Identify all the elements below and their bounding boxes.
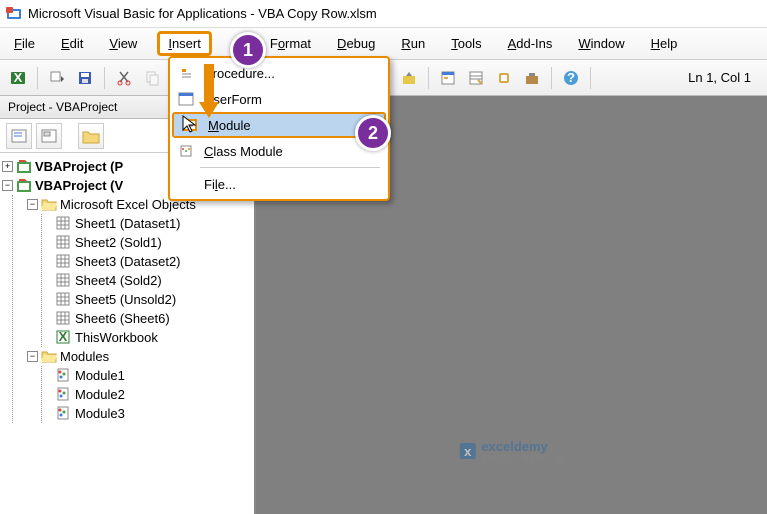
svg-text:x: x [464,444,472,459]
project-explorer-icon[interactable] [436,66,460,90]
insert-dropdown-icon[interactable] [45,66,69,90]
tree-module[interactable]: Module2 [42,385,252,404]
tree-thisworkbook[interactable]: XThisWorkbook [42,328,252,347]
design-mode-icon[interactable] [397,66,421,90]
menu-tools[interactable]: Tools [445,32,487,55]
menu-window[interactable]: Window [572,32,630,55]
sheet-icon [56,292,72,308]
folder-toggle-icon[interactable] [78,123,104,149]
title-bar: Microsoft Visual Basic for Applications … [0,0,767,28]
collapse-icon[interactable]: − [2,180,13,191]
watermark: x exceldemy EXCEL · DATA · BI [457,439,565,463]
project-tree[interactable]: +VBAProject (P −VBAProject (V −Microsoft… [0,153,254,514]
tree-sheet[interactable]: Sheet3 (Dataset2) [42,252,252,271]
collapse-icon[interactable]: − [27,199,38,210]
menu-file[interactable]: File [8,32,41,55]
svg-text:X: X [14,70,23,85]
menu-view[interactable]: View [103,32,143,55]
dropdown-label: File... [204,177,236,192]
dropdown-class-module[interactable]: Class Module [170,138,388,164]
class-module-icon [176,141,196,161]
tree-module[interactable]: Module3 [42,404,252,423]
sheet-icon [56,235,72,251]
menu-addins[interactable]: Add-Ins [502,32,559,55]
properties-icon[interactable] [464,66,488,90]
workbook-icon: X [56,330,72,346]
sheet-icon [56,311,72,327]
save-icon[interactable] [73,66,97,90]
dropdown-label: Class Module [204,144,283,159]
view-object-icon[interactable] [36,123,62,149]
dropdown-separator [200,167,380,168]
userform-icon [176,89,196,109]
svg-text:X: X [59,330,68,344]
menu-run[interactable]: Run [395,32,431,55]
view-excel-icon[interactable]: X [6,66,30,90]
expand-icon[interactable]: + [2,161,13,172]
dropdown-file[interactable]: File... [170,171,388,197]
folder-open-icon [41,197,57,213]
tree-sheet[interactable]: Sheet5 (Unsold2) [42,290,252,309]
sheet-icon [56,254,72,270]
procedure-icon [176,63,196,83]
copy-icon[interactable] [140,66,164,90]
cut-icon[interactable] [112,66,136,90]
tree-sheet[interactable]: Sheet4 (Sold2) [42,271,252,290]
module-icon [56,387,72,403]
tree-folder-modules[interactable]: −Modules [13,347,252,366]
tree-module[interactable]: Module1 [42,366,252,385]
toolbox-icon[interactable] [520,66,544,90]
collapse-icon[interactable]: − [27,351,38,362]
module-icon [56,368,72,384]
folder-open-icon [41,349,57,365]
annotation-callout-2: 2 [355,115,391,151]
vbaproject-icon [16,159,32,175]
sheet-icon [56,273,72,289]
window-title: Microsoft Visual Basic for Applications … [28,6,377,21]
menu-edit[interactable]: Edit [55,32,89,55]
sheet-icon [56,216,72,232]
view-code-icon[interactable] [6,123,32,149]
vbaproject-icon [16,178,32,194]
menu-debug[interactable]: Debug [331,32,381,55]
tree-sheet[interactable]: Sheet1 (Dataset1) [42,214,252,233]
svg-text:?: ? [567,70,575,85]
tree-sheet[interactable]: Sheet2 (Sold1) [42,233,252,252]
annotation-arrow [196,62,222,120]
cursor-position: Ln 1, Col 1 [678,70,761,85]
tree-sheet[interactable]: Sheet6 (Sheet6) [42,309,252,328]
module-icon [56,406,72,422]
app-icon [6,6,22,22]
menu-format[interactable]: Format [264,32,317,55]
menu-insert[interactable]: Insert [157,31,212,56]
annotation-callout-1: 1 [230,32,266,68]
blank-icon [176,174,196,194]
menu-help[interactable]: Help [645,32,684,55]
help-icon[interactable]: ? [559,66,583,90]
object-browser-icon[interactable] [492,66,516,90]
